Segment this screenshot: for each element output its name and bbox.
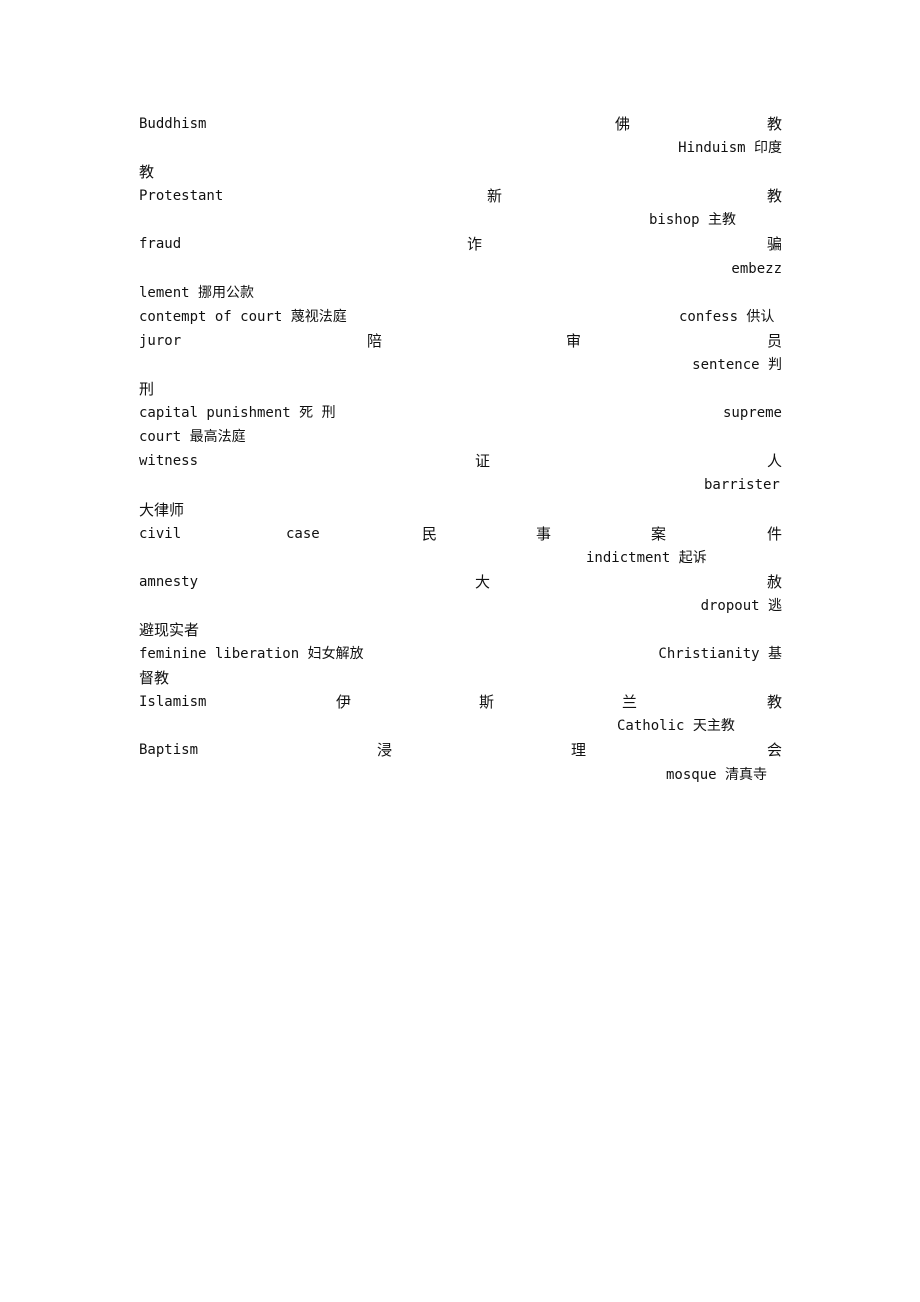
text-line: mosque 清真寺 [139, 763, 782, 787]
term-entry: contempt of court 蔑视法庭 [139, 308, 347, 325]
term-en: juror [139, 332, 182, 349]
term-zh: 佛 [615, 115, 631, 133]
text-line: Protestant 新 教 [139, 184, 782, 208]
term-zh: 伊 [336, 693, 352, 712]
text-line: 刑 [139, 377, 782, 401]
term-entry: Catholic 天主教 [617, 718, 735, 735]
text-line: 督教 [139, 666, 782, 690]
term-entry: sentence 判 [692, 356, 782, 373]
text-line: capital punishment 死 刑 supreme [139, 401, 782, 425]
term-en: witness [139, 453, 199, 470]
term-zh: 刑 [139, 380, 155, 399]
term-zh: 赦 [766, 572, 782, 591]
text-line: embezz [139, 257, 782, 281]
term-zh: 督教 [139, 669, 170, 688]
term-zh: 理 [571, 741, 587, 760]
term-zh: 教 [766, 115, 782, 133]
text-line: sentence 判 [139, 353, 782, 377]
text-line: 避现实者 [139, 618, 782, 642]
term-zh: 民 [422, 524, 438, 543]
term-en: Baptism [139, 742, 199, 759]
text-line: lement 挪用公款 [139, 281, 782, 305]
term-zh: 案 [651, 524, 667, 543]
term-entry: Christianity 基 [658, 646, 782, 663]
term-en: case [286, 525, 320, 542]
term-en: Protestant [139, 188, 224, 205]
term-en: supreme [722, 405, 782, 422]
term-zh: 避现实者 [139, 620, 200, 639]
term-zh: 大律师 [139, 500, 185, 519]
text-line: juror 陪 审 员 [139, 329, 782, 353]
text-line: court 最高法庭 [139, 425, 782, 449]
term-en: fraud [139, 236, 182, 253]
text-line: Catholic 天主教 [139, 714, 782, 738]
term-zh: 兰 [622, 693, 638, 712]
term-en: Islamism [139, 694, 207, 711]
text-line: fraud 诈 骗 [139, 232, 782, 256]
term-entry: court 最高法庭 [139, 429, 246, 446]
term-entry: capital punishment 死 刑 [139, 405, 336, 422]
text-line: Baptism 浸 理 会 [139, 738, 782, 762]
term-zh: 浸 [377, 741, 393, 760]
term-en: amnesty [139, 573, 199, 590]
text-line: witness 证 人 [139, 449, 782, 473]
term-zh: 教 [766, 187, 782, 206]
term-en: barrister [704, 477, 780, 494]
term-entry: dropout 逃 [700, 597, 782, 614]
document-page: Buddhism 佛 教 Hinduism 印度 教 Protestant 新 … [139, 112, 782, 787]
text-line: contempt of court 蔑视法庭 confess 供认 [139, 305, 782, 329]
term-entry: mosque 清真寺 [666, 766, 768, 783]
text-line: dropout 逃 [139, 594, 782, 618]
text-line: feminine liberation 妇女解放 Christianity 基 [139, 642, 782, 666]
term-zh: 员 [766, 331, 782, 350]
term-entry: confess 供认 [679, 308, 775, 325]
text-line: bishop 主教 [139, 208, 782, 232]
text-line: amnesty 大 赦 [139, 570, 782, 594]
term-zh: 审 [566, 331, 582, 350]
text-line: Hinduism 印度 [139, 136, 782, 160]
term-entry: embezz [731, 260, 782, 277]
term-entry: Hinduism 印度 [678, 140, 782, 157]
term-zh: 骗 [766, 235, 782, 254]
term-zh: 新 [487, 187, 503, 206]
term-entry: indictment 起诉 [586, 549, 707, 566]
text-line: 教 [139, 160, 782, 184]
term-zh: 大 [475, 572, 491, 591]
text-line: Islamism 伊 斯 兰 教 [139, 690, 782, 714]
term-zh: 件 [766, 524, 782, 543]
term-entry: feminine liberation 妇女解放 [139, 646, 364, 663]
term-zh: 斯 [479, 693, 495, 712]
text-line: civil case 民 事 案 件 [139, 522, 782, 546]
term-entry: bishop 主教 [649, 212, 737, 229]
term-en: Buddhism [139, 116, 207, 132]
term-zh: 证 [475, 452, 491, 471]
text-line: Buddhism 佛 教 [139, 112, 782, 136]
term-zh: 教 [766, 693, 782, 712]
text-line: indictment 起诉 [139, 546, 782, 570]
term-zh: 人 [766, 452, 782, 471]
term-zh: 会 [766, 741, 782, 760]
term-zh: 诈 [467, 235, 483, 254]
term-entry: lement 挪用公款 [139, 284, 255, 301]
text-line: 大律师 [139, 498, 782, 522]
text-line: barrister [139, 473, 782, 497]
term-en: civil [139, 525, 182, 542]
term-zh: 事 [536, 524, 552, 543]
term-zh: 陪 [367, 331, 383, 350]
term-zh: 教 [139, 163, 155, 182]
